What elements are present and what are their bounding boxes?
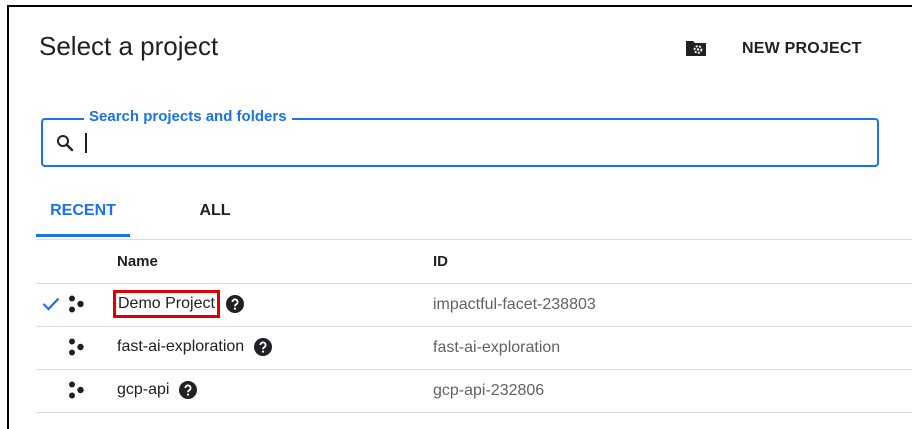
column-header-id: ID: [433, 253, 448, 270]
project-name-cell: gcp-api: [113, 378, 198, 402]
project-icon: [69, 295, 84, 313]
project-name-link[interactable]: Demo Project: [113, 290, 220, 318]
search-icon: [57, 135, 74, 152]
select-project-dialog: Select a project NEW PROJECT Search proj…: [7, 5, 912, 429]
project-id: impactful-facet-238803: [433, 296, 596, 313]
search-field[interactable]: Search projects and folders: [41, 108, 879, 167]
project-name-link[interactable]: gcp-api: [113, 381, 173, 399]
project-name-cell: fast-ai-exploration: [113, 335, 273, 359]
table-row[interactable]: gcp-api gcp-api-232806: [36, 370, 912, 413]
project-icon: [69, 381, 84, 399]
column-header-name: Name: [117, 253, 158, 270]
table-header-row: Name ID: [36, 240, 912, 284]
search-label: Search projects and folders: [84, 108, 292, 125]
projects-table: Name ID Demo Project impactful-facet-238: [36, 240, 912, 413]
project-id: gcp-api-232806: [433, 382, 545, 399]
help-icon[interactable]: [179, 381, 198, 399]
tab-all[interactable]: ALL: [160, 197, 270, 237]
project-name-cell: Demo Project: [113, 290, 244, 318]
search-input[interactable]: [83, 129, 863, 155]
project-id: fast-ai-exploration: [433, 339, 561, 356]
new-folder-icon[interactable]: [685, 39, 707, 57]
check-icon: [42, 297, 60, 311]
dialog-title: Select a project: [39, 31, 219, 61]
tab-recent[interactable]: RECENT: [36, 197, 130, 237]
table-row[interactable]: Demo Project impactful-facet-238803: [36, 284, 912, 327]
help-icon[interactable]: [254, 338, 273, 356]
project-icon: [69, 338, 84, 356]
table-row[interactable]: fast-ai-exploration fast-ai-exploration: [36, 327, 912, 370]
new-project-button[interactable]: NEW PROJECT: [742, 40, 862, 58]
project-name-link[interactable]: fast-ai-exploration: [113, 338, 248, 356]
text-cursor: [85, 133, 87, 153]
help-icon[interactable]: [225, 295, 244, 313]
